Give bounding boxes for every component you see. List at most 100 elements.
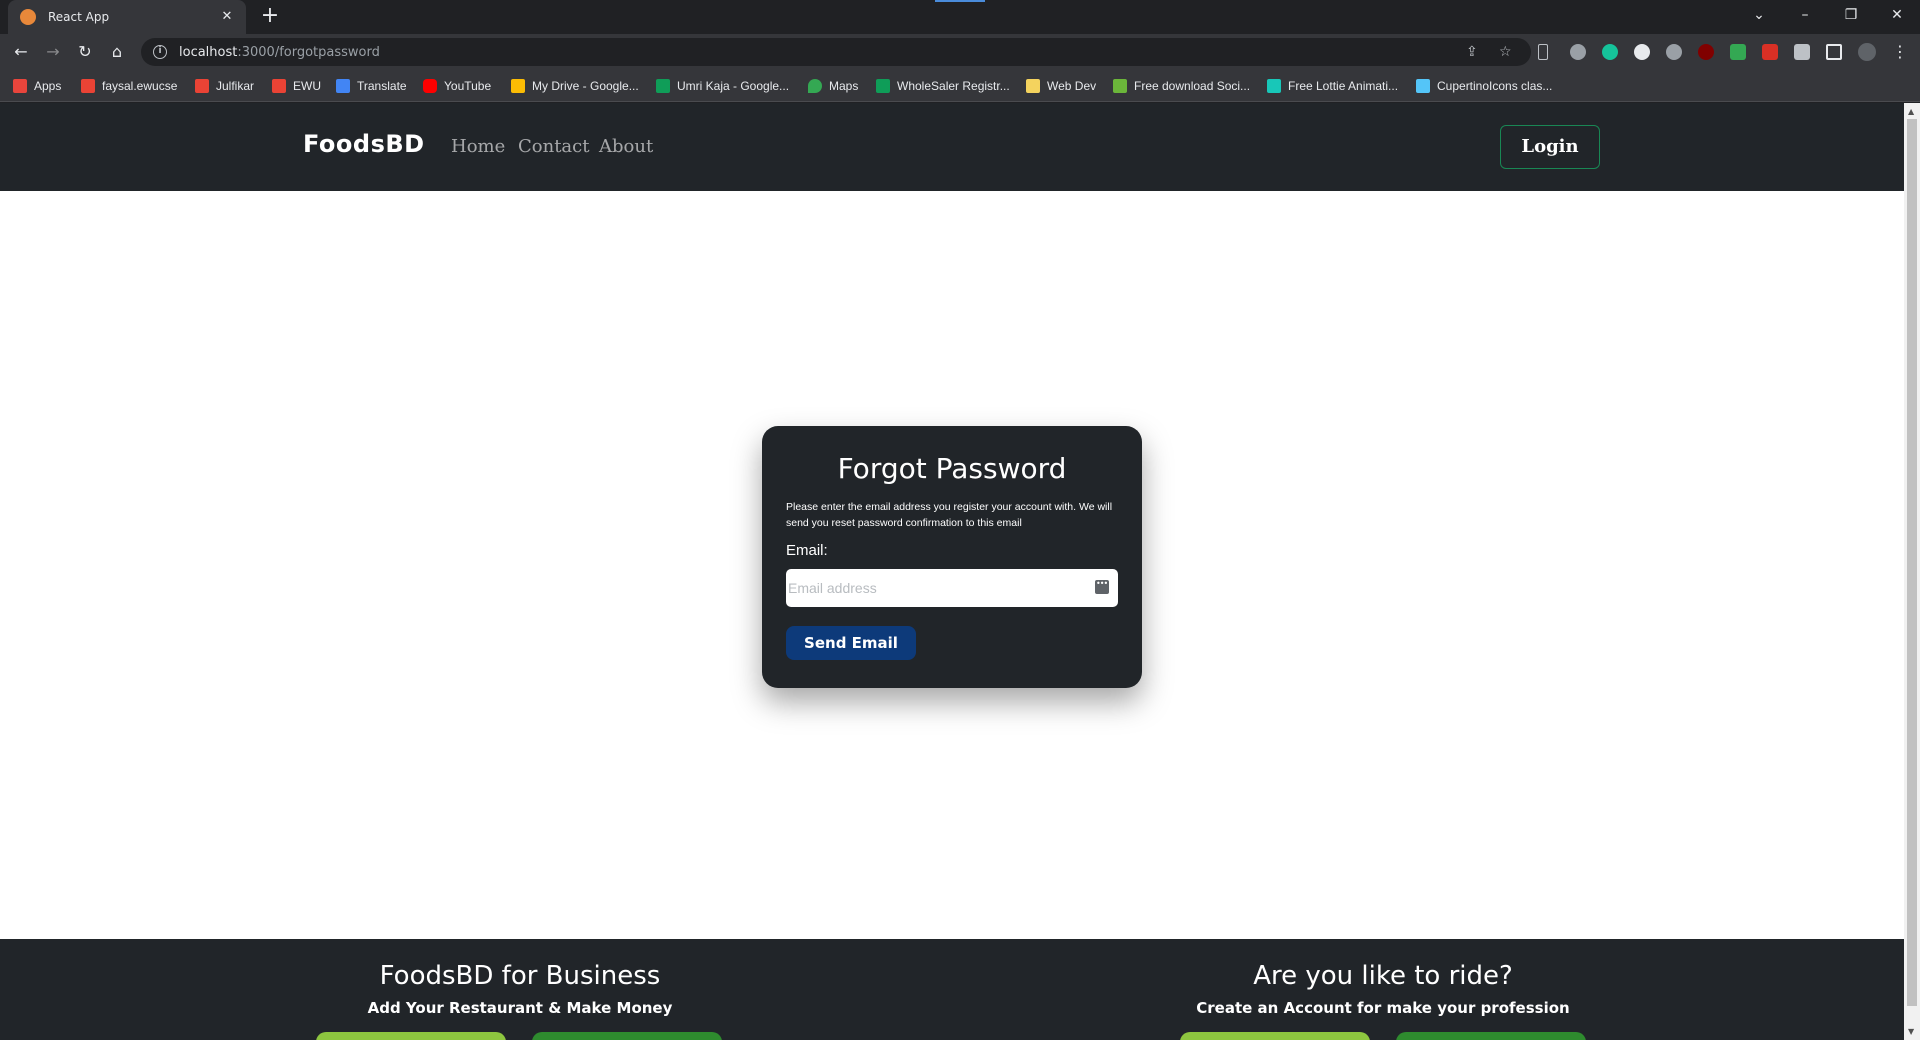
folder-icon [1026,79,1040,93]
bookmark-label: My Drive - Google... [532,79,639,93]
footer-ride-title: Are you like to ride? [1253,961,1513,991]
bookmark-wholesaler[interactable]: WholeSaler Registr... [876,78,1010,94]
restore-button[interactable]: ❐ [1828,0,1874,30]
scroll-down-arrow-icon[interactable]: ▼ [1908,1027,1914,1036]
translate-icon [336,79,350,93]
shield-extension-icon[interactable] [1730,44,1746,60]
bookmark-label: Umri Kaja - Google... [677,79,790,93]
forgot-password-card: Forgot Password Please enter the email a… [762,426,1142,688]
footer-ride: Are you like to ride? Create an Account … [1083,961,1683,1017]
scroll-up-arrow-icon[interactable]: ▲ [1908,107,1914,116]
youtube-icon [423,79,437,93]
side-panel-icon[interactable] [1826,44,1842,60]
nav-link-home[interactable]: Home [451,136,505,157]
react-favicon-icon [20,9,36,25]
url-path: :3000/forgotpassword [237,44,380,60]
pen-extension-icon[interactable] [1570,44,1586,60]
address-bar[interactable]: i localhost:3000/forgotpassword ⇪ ☆ [141,38,1531,66]
business-secondary-button[interactable] [532,1032,722,1040]
bookmark-label: Apps [34,79,62,93]
bookmark-faysal[interactable]: faysal.ewucse [81,78,177,94]
window-close-button[interactable]: ✕ [1874,0,1920,30]
flutter-icon [1416,79,1430,93]
bookmark-drive[interactable]: My Drive - Google... [511,78,639,94]
bookmark-label: EWU [293,79,321,93]
nav-link-contact[interactable]: Contact [518,136,589,157]
bookmark-label: Free download Soci... [1134,79,1251,93]
site-info-icon[interactable]: i [153,45,167,59]
tab-close-icon[interactable]: ✕ [218,8,236,26]
clock-extension-icon[interactable] [1634,44,1650,60]
send-email-button[interactable]: Send Email [786,626,916,660]
leaf-icon [1113,79,1127,93]
profile-avatar[interactable] [1858,43,1876,61]
puzzle-extensions-icon[interactable] [1794,44,1810,60]
site-footer: FoodsBD for Business Add Your Restaurant… [0,939,1904,1040]
bookmark-label: Translate [357,79,407,93]
menu-kebab-icon[interactable]: ⋮ [1888,40,1912,64]
bookmark-star-icon[interactable]: ☆ [1499,44,1512,60]
url-host: localhost [179,44,238,60]
red-extension-icon[interactable] [1762,44,1778,60]
bookmark-label: CupertinoIcons clas... [1437,79,1553,93]
back-button[interactable]: ← [9,40,33,64]
footer-business: FoodsBD for Business Add Your Restaurant… [220,961,820,1017]
bookmark-julfikar[interactable]: Julfikar [195,78,254,94]
page-viewport: FoodsBD Home Contact About Login Forgot … [0,103,1904,1040]
google-maps-icon [808,79,822,93]
browser-tab[interactable]: React App ✕ [8,0,246,34]
footer-business-title: FoodsBD for Business [379,961,661,991]
login-button[interactable]: Login [1500,125,1600,169]
new-tab-button[interactable]: + [258,4,282,28]
bookmark-label: WholeSaler Registr... [897,79,1010,93]
bookmark-label: Maps [829,79,859,93]
bookmark-free-download[interactable]: Free download Soci... [1113,78,1250,94]
ride-secondary-button[interactable] [1396,1032,1586,1040]
cloud-extension-icon[interactable] [1666,44,1682,60]
brand-logo[interactable]: FoodsBD [303,130,425,158]
ride-primary-button[interactable] [1180,1032,1370,1040]
bookmark-umri-kaja[interactable]: Umri Kaja - Google... [656,78,789,94]
email-field-wrapper [786,569,1118,607]
ublock-icon[interactable] [1698,44,1714,60]
grammarly-icon[interactable] [1602,44,1618,60]
bookmarks-bar: Apps faysal.ewucse Julfikar EWU Translat… [0,70,1920,102]
forward-button[interactable]: → [41,40,65,64]
share-icon[interactable]: ⇪ [1466,44,1478,60]
email-label: Email: [786,542,828,559]
browser-toolbar: ← → ↻ ⌂ i localhost:3000/forgotpassword … [0,34,1920,70]
bookmark-label: faysal.ewucse [102,79,178,93]
home-button[interactable]: ⌂ [105,40,129,64]
nav-link-about[interactable]: About [599,136,653,157]
browser-tabbar: React App ✕ + ⌄ – ❐ ✕ [0,0,1920,34]
bookmark-youtube[interactable]: YouTube [423,78,491,94]
tab-title: React App [48,10,110,24]
card-title: Forgot Password [837,452,1067,485]
google-sheets-icon [656,79,670,93]
bookmark-web-dev[interactable]: Web Dev [1026,78,1096,94]
gmail-icon [81,79,95,93]
password-manager-icon[interactable] [1095,579,1109,594]
gmail-icon [195,79,209,93]
card-description: Please enter the email address you regis… [786,501,1113,529]
bookmark-label: YouTube [444,79,492,93]
bookmark-label: Web Dev [1047,79,1097,93]
device-icon[interactable] [1538,44,1548,60]
site-navbar: FoodsBD Home Contact About Login [0,103,1904,191]
tab-drag-indicator [935,0,985,2]
apps-grid-icon [13,79,27,93]
minimize-button[interactable]: – [1782,0,1828,30]
tab-search-button[interactable]: ⌄ [1736,0,1782,30]
bookmark-maps[interactable]: Maps [808,78,858,94]
business-primary-button[interactable] [316,1032,506,1040]
bookmark-translate[interactable]: Translate [336,78,407,94]
bookmark-ewu[interactable]: EWU [272,78,321,94]
scroll-thumb[interactable] [1907,119,1917,1006]
page-scrollbar[interactable]: ▲ ▼ [1904,103,1920,1040]
email-input[interactable] [786,569,1118,607]
bookmark-cupertino[interactable]: CupertinoIcons clas... [1416,78,1552,94]
bookmark-lottie[interactable]: Free Lottie Animati... [1267,78,1398,94]
bookmark-apps[interactable]: Apps [13,78,61,94]
reload-button[interactable]: ↻ [73,40,97,64]
google-sheets-icon [876,79,890,93]
